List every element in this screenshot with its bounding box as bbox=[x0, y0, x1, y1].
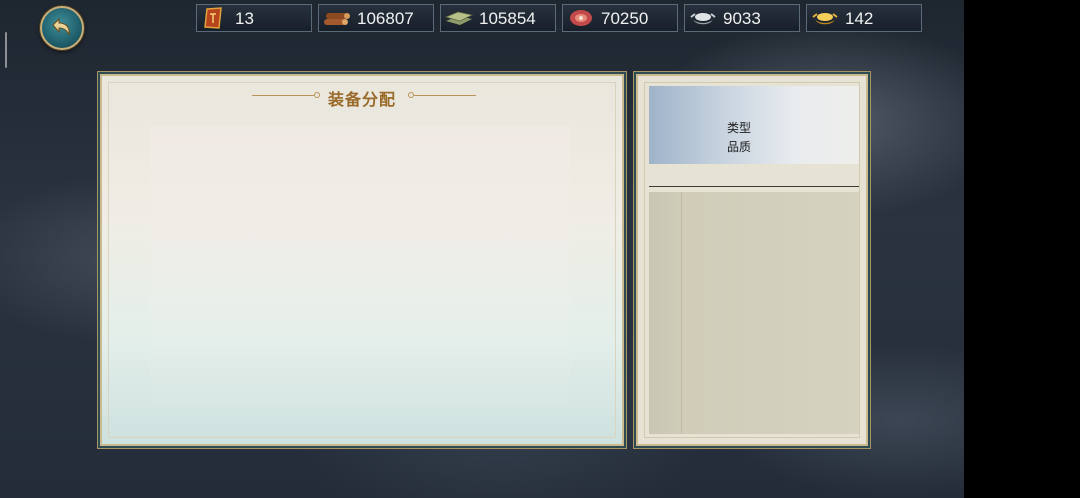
back-button[interactable] bbox=[40, 6, 84, 50]
panel-title: 装备分配 bbox=[327, 92, 396, 109]
edge-handle[interactable] bbox=[5, 32, 7, 68]
resource-token: 13 bbox=[196, 4, 312, 32]
equipment-allocation-panel: 装备分配 bbox=[100, 74, 624, 446]
resource-meat: 70250 bbox=[562, 4, 678, 32]
resource-gold-value: 142 bbox=[845, 9, 874, 28]
filter-quality-label[interactable]: 品质 bbox=[649, 138, 829, 155]
wood-icon bbox=[324, 13, 350, 25]
list-column-line bbox=[681, 192, 682, 434]
resource-gold: 142 bbox=[806, 4, 922, 32]
filter-type-label[interactable]: 类型 bbox=[649, 119, 829, 136]
allocation-content-area[interactable] bbox=[150, 126, 570, 406]
resource-silver: 9033 bbox=[684, 4, 800, 32]
silver-ingot-icon bbox=[690, 13, 716, 25]
meat-icon bbox=[570, 10, 592, 26]
back-arrow-icon bbox=[52, 17, 70, 36]
stone-icon bbox=[444, 11, 474, 25]
resource-token-value: 13 bbox=[235, 9, 254, 28]
resource-meat-value: 70250 bbox=[601, 9, 649, 28]
resource-wood: 106807 bbox=[318, 4, 434, 32]
token-icon bbox=[204, 7, 222, 29]
resource-silver-value: 9033 bbox=[723, 9, 761, 28]
background-scene: 13 106807 105854 70250 9033 142 装备分配 类型 … bbox=[0, 0, 964, 498]
resource-stone-value: 105854 bbox=[479, 9, 536, 28]
gold-ingot-icon bbox=[812, 13, 838, 25]
filter-panel: 类型 品质 bbox=[636, 74, 868, 446]
filter-divider bbox=[649, 186, 859, 187]
resource-stone: 105854 bbox=[440, 4, 556, 32]
right-black-bar bbox=[964, 0, 1080, 498]
filter-header[interactable]: 类型 品质 bbox=[649, 86, 859, 164]
equipment-list[interactable] bbox=[649, 192, 859, 434]
resource-wood-value: 106807 bbox=[357, 9, 414, 28]
